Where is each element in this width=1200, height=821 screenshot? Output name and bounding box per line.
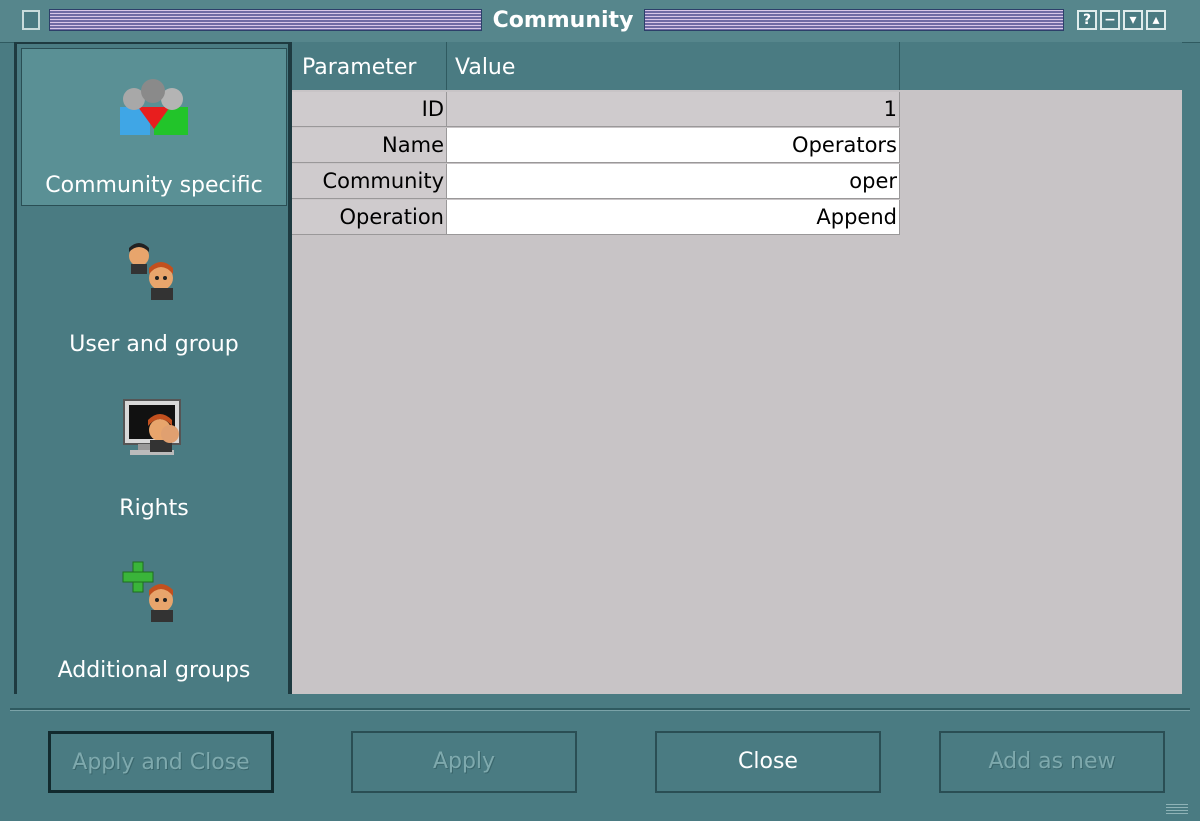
value-cell: 1 — [447, 92, 900, 127]
community-icon — [114, 77, 194, 147]
sidebar-item-label: Rights — [119, 496, 189, 521]
value-field[interactable]: oper — [447, 164, 900, 199]
maximize-button[interactable]: ▴ — [1146, 10, 1166, 30]
table-row: Name Operators — [292, 128, 900, 164]
column-header-value[interactable]: Value — [447, 42, 900, 90]
sidebar-item-community-specific[interactable]: Community specific — [21, 48, 287, 206]
title-bar-decoration-right — [644, 9, 1064, 31]
value-field[interactable]: Operators — [447, 128, 900, 163]
divider — [10, 708, 1190, 711]
window-title: Community — [492, 8, 634, 33]
title-bar-decoration-left — [49, 9, 482, 31]
table-row: Community oper — [292, 164, 900, 200]
value-field[interactable]: Append — [447, 200, 900, 235]
column-header-parameter[interactable]: Parameter — [292, 42, 447, 90]
apply-button[interactable]: Apply — [351, 731, 577, 793]
apply-and-close-button[interactable]: Apply and Close — [48, 731, 274, 793]
add-group-icon — [119, 558, 189, 630]
sidebar-item-rights[interactable]: Rights — [21, 374, 287, 524]
sidebar-item-label: User and group — [69, 332, 239, 357]
sidebar-item-label: Additional groups — [57, 658, 251, 683]
title-bar[interactable]: Community ? − ▾ ▴ — [0, 0, 1200, 43]
sidebar-item-additional-groups[interactable]: Additional groups — [21, 536, 287, 686]
window-menu-button[interactable] — [22, 10, 40, 30]
user-group-icon — [119, 238, 189, 308]
column-header-filler — [900, 42, 1182, 90]
minimize-button[interactable]: − — [1100, 10, 1120, 30]
rights-monitor-icon — [118, 396, 190, 470]
sidebar-item-label: Community specific — [45, 173, 263, 198]
sidebar: Community specific User and group Rights… — [14, 42, 288, 694]
parameter-cell: Community — [292, 164, 447, 199]
resize-grip[interactable] — [1166, 804, 1188, 814]
table-row: ID 1 — [292, 92, 900, 128]
table-row: Operation Append — [292, 200, 900, 236]
parameter-cell: Name — [292, 128, 447, 163]
parameter-cell: ID — [292, 92, 447, 127]
table-header: Parameter Value — [292, 42, 1182, 90]
parameter-cell: Operation — [292, 200, 447, 235]
help-button[interactable]: ? — [1077, 10, 1097, 30]
shade-button[interactable]: ▾ — [1123, 10, 1143, 30]
close-button[interactable]: Close — [655, 731, 881, 793]
sidebar-item-user-and-group[interactable]: User and group — [21, 214, 287, 364]
add-as-new-button[interactable]: Add as new — [939, 731, 1165, 793]
parameter-table: Parameter Value ID 1 Name Operators Comm… — [288, 42, 1182, 694]
